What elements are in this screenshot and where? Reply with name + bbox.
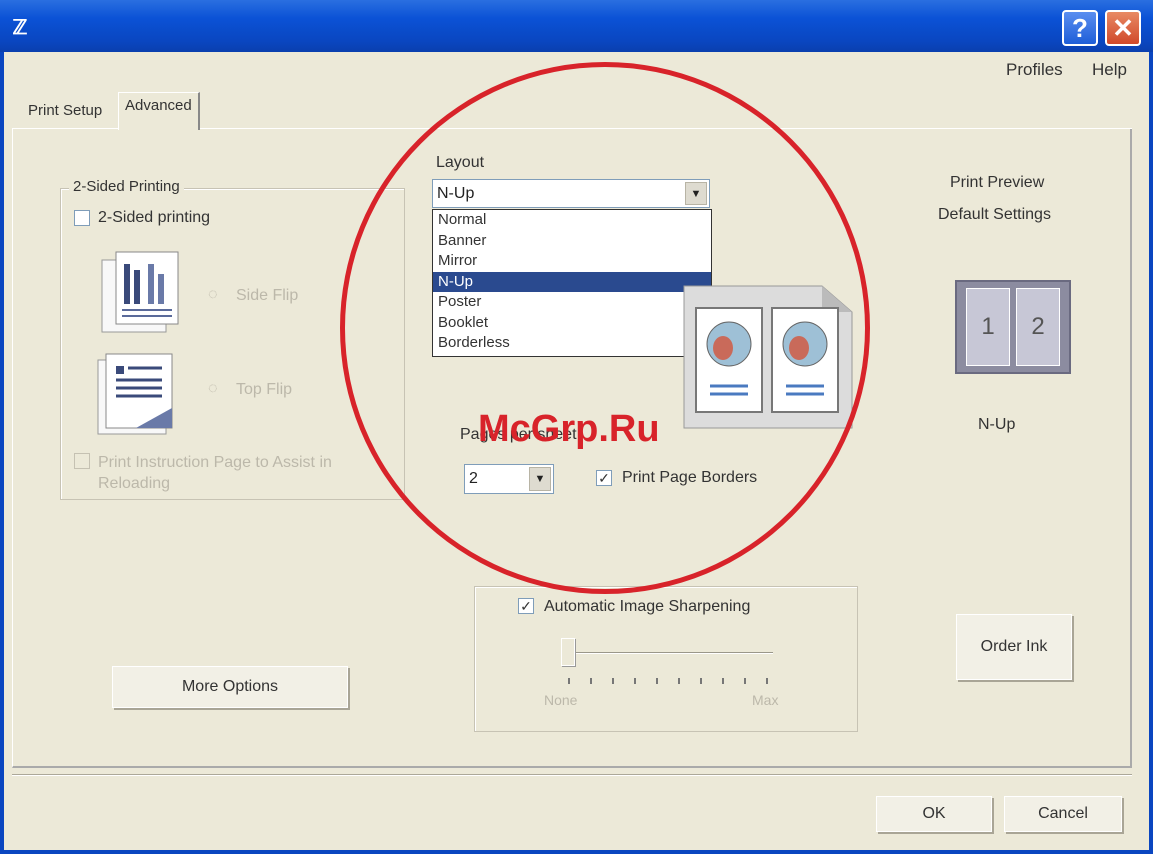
more-options-button[interactable]: More Options [112, 666, 348, 708]
layout-dropdown-list: Normal Banner Mirror N-Up Poster Booklet… [432, 209, 712, 357]
slider-tick [678, 678, 680, 684]
tab-print-setup[interactable]: Print Setup [22, 98, 108, 129]
layout-option-borderless[interactable]: Borderless [433, 333, 711, 354]
menu-help[interactable]: Help [1092, 60, 1127, 80]
slider-tick [656, 678, 658, 684]
sharpening-label: Automatic Image Sharpening [544, 598, 751, 615]
preview-page-1: 1 [966, 288, 1010, 366]
layout-select[interactable]: N-Up ▼ [432, 179, 710, 208]
layout-option-poster[interactable]: Poster [433, 292, 711, 313]
preview-subtitle: Default Settings [938, 206, 1051, 223]
cancel-button[interactable]: Cancel [1004, 796, 1122, 832]
instruction-page-checkbox[interactable] [74, 453, 90, 469]
layout-label: Layout [436, 154, 485, 171]
chevron-down-icon[interactable]: ▼ [685, 182, 707, 205]
menu-profiles[interactable]: Profiles [1006, 60, 1063, 80]
side-flip-icon [101, 251, 179, 333]
instruction-page-label-2: Reloading [98, 475, 171, 492]
sharpening-slider-track[interactable] [568, 652, 773, 654]
slider-tick [612, 678, 614, 684]
preview-caption: N-Up [978, 416, 1016, 433]
top-flip-label: Top Flip [236, 381, 293, 398]
slider-tick [590, 678, 592, 684]
slider-tick [568, 678, 570, 684]
print-preview: 1 2 [955, 280, 1071, 374]
pages-per-sheet-value: 2 [469, 470, 478, 487]
order-ink-button[interactable]: Order Ink [956, 614, 1072, 680]
slider-tick [766, 678, 768, 684]
close-icon-button[interactable]: ✕ [1105, 10, 1141, 46]
layout-option-normal[interactable]: Normal [433, 210, 711, 231]
instruction-page-label-1: Print Instruction Page to Assist in [98, 454, 332, 471]
ok-button[interactable]: OK [876, 796, 992, 832]
two-sided-checkbox-label: 2-Sided printing [98, 209, 211, 226]
top-flip-radio-icon[interactable]: ◌ [208, 380, 218, 398]
slider-tick [722, 678, 724, 684]
pages-per-sheet-select[interactable]: 2 ▼ [464, 464, 554, 494]
sharpening-checkbox[interactable]: ✓ [518, 598, 534, 614]
preview-title: Print Preview [950, 174, 1045, 191]
two-sided-checkbox[interactable] [74, 210, 90, 226]
top-flip-icon [97, 353, 173, 435]
layout-option-banner[interactable]: Banner [433, 231, 711, 252]
print-page-borders-label: Print Page Borders [622, 469, 758, 486]
slider-max-label: Max [752, 692, 779, 708]
sharpening-slider-thumb[interactable] [561, 638, 575, 666]
chevron-down-icon[interactable]: ▼ [529, 467, 551, 491]
slider-tick [744, 678, 746, 684]
slider-tick [634, 678, 636, 684]
tab-advanced[interactable]: Advanced [118, 92, 200, 130]
preview-page-2: 2 [1016, 288, 1060, 366]
two-sided-legend: 2-Sided Printing [69, 178, 184, 195]
title-bar: ℤ ? ✕ [0, 0, 1153, 52]
slider-min-label: None [544, 692, 578, 708]
side-flip-radio-icon[interactable]: ◌ [208, 286, 218, 304]
help-icon-button[interactable]: ? [1062, 10, 1098, 46]
layout-option-n-up[interactable]: N-Up [433, 271, 711, 292]
print-page-borders-checkbox[interactable]: ✓ [596, 470, 612, 486]
layout-option-mirror[interactable]: Mirror [433, 251, 711, 272]
slider-tick [700, 678, 702, 684]
n-up-layout-icon [683, 285, 853, 429]
app-icon: ℤ [12, 17, 28, 39]
layout-option-booklet[interactable]: Booklet [433, 313, 711, 334]
footer-separator [12, 774, 1132, 776]
watermark: McGrp.Ru [478, 408, 660, 450]
layout-selected-value: N-Up [437, 184, 475, 202]
side-flip-label: Side Flip [236, 287, 299, 304]
